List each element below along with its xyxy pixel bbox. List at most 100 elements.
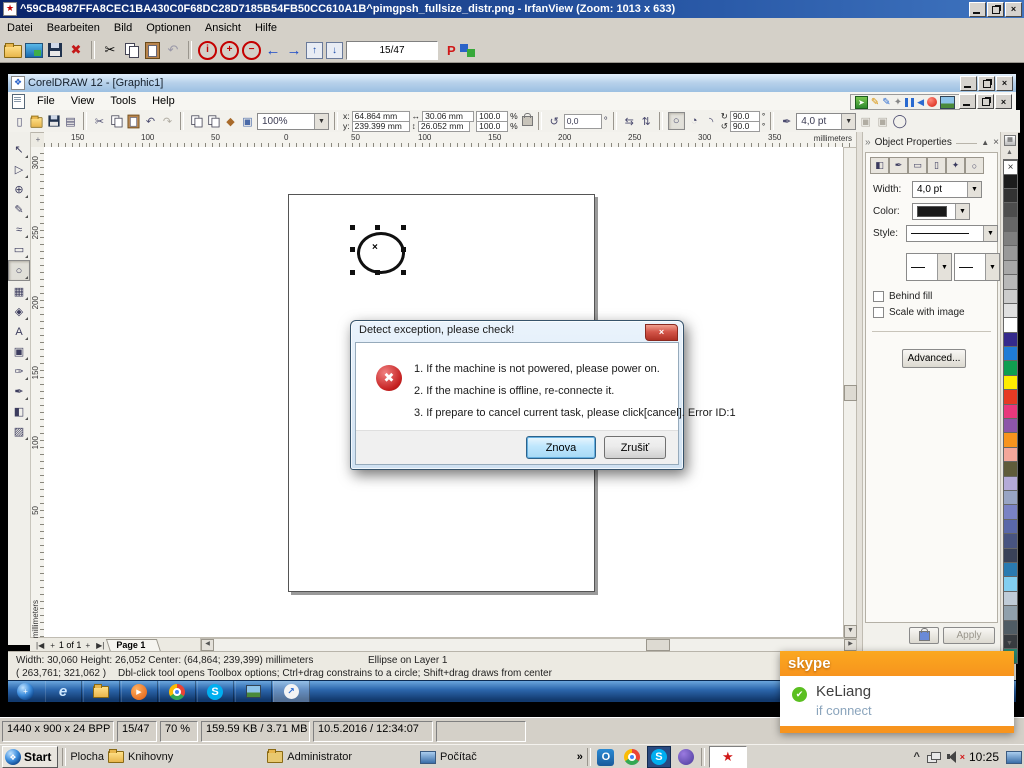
- dialog-close-button[interactable]: ×: [645, 324, 678, 341]
- doc-minimize-button[interactable]: [959, 94, 976, 109]
- cut-icon[interactable]: ✂: [92, 113, 107, 129]
- end-angle-field[interactable]: 90.0: [730, 121, 760, 132]
- print-icon[interactable]: ▤: [63, 113, 78, 129]
- arc-mode-button[interactable]: ◝: [704, 113, 719, 129]
- delete-button[interactable]: ✖: [67, 41, 85, 59]
- cancel-button[interactable]: Zrušiť: [604, 436, 666, 459]
- quicklaunch-chrome[interactable]: [621, 747, 643, 767]
- last-page-button[interactable]: ▶|: [94, 641, 106, 650]
- undo-button[interactable]: ↶: [164, 41, 182, 59]
- toolbar-overflow-chevron[interactable]: »: [577, 751, 583, 763]
- selection-handle[interactable]: [401, 270, 406, 275]
- docker-tab[interactable]: ◧: [870, 157, 889, 174]
- fill-tool[interactable]: ◧: [9, 402, 29, 421]
- docker-tab[interactable]: ○: [965, 157, 984, 174]
- selection-handle[interactable]: [350, 270, 355, 275]
- docker-close-icon[interactable]: ×: [993, 137, 999, 148]
- coreldraw-menu-item[interactable]: Help: [144, 93, 183, 109]
- snapshot-icon[interactable]: [940, 96, 955, 109]
- skype-notification[interactable]: skype ✔ KeLiang if connect: [780, 651, 1014, 733]
- selection-center-mark[interactable]: ×: [372, 242, 378, 253]
- wrap-text-icon[interactable]: ▣: [858, 113, 873, 129]
- import-icon[interactable]: [189, 113, 204, 129]
- dropdown-arrow-icon[interactable]: ▼: [967, 182, 981, 197]
- dropdown-arrow-icon[interactable]: ▼: [937, 254, 951, 280]
- color-swatch[interactable]: [1003, 548, 1018, 563]
- quicklaunch-outlook[interactable]: O: [595, 747, 617, 767]
- new-doc-icon[interactable]: ▯: [12, 113, 27, 129]
- record-icon[interactable]: [927, 97, 937, 107]
- skip-icon[interactable]: ◀: [917, 97, 924, 108]
- active-task-button[interactable]: ★: [709, 746, 747, 768]
- add-page-before-button[interactable]: +: [48, 641, 57, 650]
- next-image-button[interactable]: →: [285, 41, 303, 59]
- horizontal-ruler[interactable]: 15010050050100150200250300350 millimeter…: [44, 132, 856, 148]
- color-swatch[interactable]: [1003, 389, 1018, 404]
- collapse-arrow-icon[interactable]: ▲: [981, 138, 989, 147]
- last-image-button[interactable]: ↓: [326, 42, 343, 59]
- save-button[interactable]: [46, 41, 64, 59]
- toolbar-pocitac[interactable]: Počítač: [420, 751, 477, 764]
- paste-icon[interactable]: [126, 113, 141, 129]
- eyedropper-tool[interactable]: ✑: [9, 362, 29, 381]
- toolbar-knihovny[interactable]: Knihovny: [108, 751, 173, 763]
- lock-button[interactable]: [909, 627, 939, 644]
- freehand-tool[interactable]: ✎: [9, 200, 29, 219]
- docker-tab[interactable]: ✒: [889, 157, 908, 174]
- show-desktop-icon[interactable]: [1006, 751, 1022, 764]
- quicklaunch-media[interactable]: [675, 747, 697, 767]
- export-icon[interactable]: [206, 113, 221, 129]
- selection-handle[interactable]: [375, 270, 380, 275]
- irfanview-menu-item[interactable]: Bild: [107, 19, 139, 37]
- app-launcher-icon[interactable]: ◆: [223, 113, 238, 129]
- first-image-button[interactable]: ↑: [306, 42, 323, 59]
- outline-tool[interactable]: ✒: [9, 382, 29, 401]
- quicklaunch-skype[interactable]: S: [647, 746, 671, 768]
- restore-button[interactable]: [987, 2, 1004, 17]
- no-color-swatch[interactable]: ×: [1003, 160, 1018, 175]
- basic-shapes-tool[interactable]: ◈: [9, 302, 29, 321]
- dropdown-arrow-icon[interactable]: ▼: [955, 204, 969, 219]
- redo-icon[interactable]: ↷: [160, 113, 175, 129]
- ellipse-object[interactable]: [357, 232, 405, 274]
- docker-tab[interactable]: ✦: [946, 157, 965, 174]
- page-counter-input[interactable]: [346, 41, 438, 60]
- color-swatch[interactable]: [1003, 447, 1018, 462]
- scale-with-image-checkbox[interactable]: Scale with image: [873, 307, 965, 318]
- add-page-after-button[interactable]: +: [83, 641, 92, 650]
- open-button[interactable]: [4, 41, 22, 59]
- highlight-pen-icon[interactable]: ✎: [871, 97, 879, 108]
- color-swatch[interactable]: [1003, 533, 1018, 548]
- color-swatch[interactable]: [1003, 173, 1018, 188]
- horizontal-scrollbar[interactable]: ◀ ▶: [200, 638, 858, 652]
- retry-button[interactable]: Znova: [526, 436, 596, 459]
- docker-tab[interactable]: ▯: [927, 157, 946, 174]
- rectangle-tool[interactable]: ▭: [9, 240, 29, 259]
- palette-scroll-down-icon[interactable]: ▼: [1006, 640, 1013, 647]
- convert-outline-icon[interactable]: ◯: [892, 113, 907, 129]
- close-button[interactable]: ×: [1005, 2, 1022, 17]
- coreldraw-close-button[interactable]: ×: [996, 76, 1013, 91]
- volume-muted-icon[interactable]: ×: [947, 751, 962, 763]
- interactive-blend-tool[interactable]: ▣: [9, 342, 29, 361]
- copy-button[interactable]: [122, 41, 140, 59]
- coreldraw-menu-item[interactable]: File: [29, 93, 63, 109]
- vertical-scrollbar-thumb[interactable]: [844, 385, 857, 401]
- draw-pen-icon[interactable]: ✎: [882, 97, 890, 108]
- p-tool-button[interactable]: P: [447, 43, 456, 58]
- docker-pin-icon[interactable]: »: [865, 137, 871, 148]
- slideshow-button[interactable]: [25, 41, 43, 59]
- advanced-button[interactable]: Advanced...: [902, 349, 966, 368]
- color-swatch[interactable]: [1003, 274, 1018, 289]
- open-doc-icon[interactable]: [29, 113, 44, 129]
- rotation-field[interactable]: 0,0: [564, 114, 602, 129]
- palette-options-icon[interactable]: ▦: [1004, 135, 1016, 146]
- graph-paper-tool[interactable]: ▦: [9, 282, 29, 301]
- scale-y-field[interactable]: 100.0: [476, 121, 508, 132]
- irfanview-menu-item[interactable]: Datei: [0, 19, 40, 37]
- color-swatch[interactable]: [1003, 317, 1018, 332]
- pause-icon[interactable]: [905, 98, 914, 107]
- selection-handle[interactable]: [350, 225, 355, 230]
- outline-width-combo[interactable]: 4,0 pt▼: [912, 181, 982, 198]
- settings-gear-icon[interactable]: ✦: [894, 97, 902, 108]
